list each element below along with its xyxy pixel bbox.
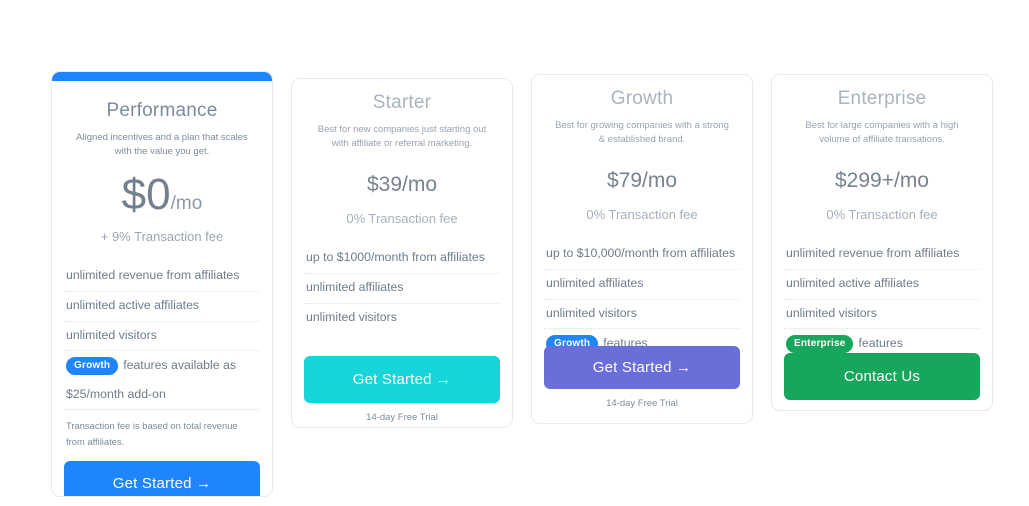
transaction-fee-note-performance: + 9% Transaction fee [100, 228, 224, 244]
pricing-table: Performance Aligned incentives and a pla… [0, 0, 1029, 506]
plan-description-starter: Best for new companies just starting out… [317, 124, 487, 149]
price-amount: $0 [121, 169, 171, 219]
transaction-fee-footnote: Transaction fee is based on total revenu… [66, 420, 238, 447]
transaction-fee-note-growth: 0% Transaction fee [586, 206, 698, 222]
pricing-card-starter[interactable]: Starter Best for new companies just star… [291, 78, 513, 428]
growth-badge: Growth [66, 357, 119, 376]
list-item: unlimited visitors [306, 309, 397, 324]
plan-price-starter: $39/mo [366, 172, 438, 196]
feature-list-performance: unlimited revenue from affiliates unlimi… [64, 262, 260, 383]
list-item: unlimited affiliates [304, 274, 500, 304]
plan-price-performance: $0/mo [64, 169, 260, 219]
list-item: unlimited active affiliates [64, 292, 260, 322]
list-item-addon: Growth features available as [64, 351, 260, 382]
list-item: unlimited revenue from affiliates [784, 240, 980, 270]
pricing-card-performance[interactable]: Performance Aligned incentives and a pla… [51, 71, 273, 497]
list-item: unlimited revenue from affiliates [64, 262, 260, 292]
plan-title-starter: Starter [372, 92, 432, 113]
plan-price-enterprise: $299+/mo [835, 168, 929, 192]
badge-label: features available as [123, 358, 236, 373]
pricing-card-enterprise[interactable]: Enterprise Best for large companies with… [771, 74, 993, 411]
addon-price-line: $25/month add-on [64, 382, 260, 411]
pricing-card-growth[interactable]: Growth Best for growing companies with a… [531, 74, 753, 424]
badge-label: features [858, 336, 903, 351]
plan-title-growth: Growth [610, 88, 674, 109]
plan-price-growth: $79/mo [606, 168, 678, 192]
get-started-button-starter[interactable]: Get Started → [304, 356, 500, 403]
list-item: up to $1000/month from affiliates [304, 244, 500, 274]
cta-area-growth: Get Started → 14-day Free Trial [544, 346, 740, 409]
plan-description-enterprise: Best for large companies with a high vol… [805, 120, 959, 145]
list-item: unlimited affiliates [544, 270, 740, 300]
list-item: unlimited visitors [784, 300, 980, 330]
price-period: /mo [170, 192, 203, 214]
free-trial-note-growth: 14-day Free Trial [606, 398, 678, 409]
cta-area-starter: Get Started → 14-day Free Trial [304, 356, 500, 423]
plan-title-performance: Performance [106, 100, 218, 121]
transaction-fee-note-enterprise: 0% Transaction fee [826, 206, 938, 222]
list-item: unlimited visitors [64, 322, 260, 352]
feature-text: unlimited visitors [66, 327, 157, 342]
feature-list-starter: up to $1000/month from affiliates unlimi… [304, 244, 500, 333]
card-highlight-bar [52, 72, 272, 81]
contact-us-button-enterprise[interactable]: Contact Us [784, 353, 980, 400]
feature-list-enterprise: unlimited revenue from affiliates unlimi… [784, 240, 980, 361]
get-started-button-performance[interactable]: Get Started → [64, 460, 260, 496]
transaction-fee-note-starter: 0% Transaction fee [346, 210, 458, 226]
plan-title-enterprise: Enterprise [837, 88, 927, 109]
cta-area-enterprise: Contact Us [784, 353, 980, 400]
list-item: unlimited visitors [544, 300, 740, 330]
plan-description-performance: Aligned incentives and a plan that scale… [76, 132, 248, 157]
get-started-button-growth[interactable]: Get Started → [544, 346, 740, 389]
free-trial-note-starter: 14-day Free Trial [366, 412, 438, 423]
plan-description-growth: Best for growing companies with a strong… [555, 120, 729, 145]
list-item: unlimited active affiliates [784, 270, 980, 300]
feature-list-growth: up to $10,000/month from affiliates unli… [544, 240, 740, 361]
enterprise-badge: Enterprise [786, 335, 854, 354]
list-item: up to $10,000/month from affiliates [544, 240, 740, 270]
